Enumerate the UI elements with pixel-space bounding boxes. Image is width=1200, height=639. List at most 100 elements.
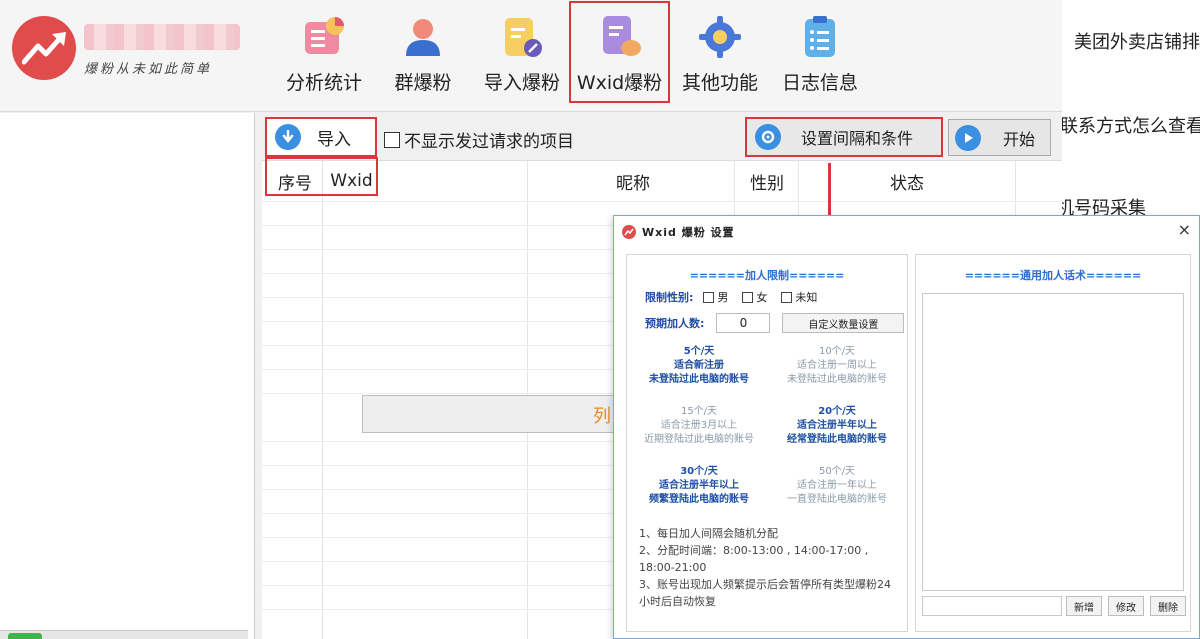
user-icon [406,19,440,56]
edit-script-button[interactable]: 修改 [1108,596,1144,616]
rules-notes: 1、每日加人间隔会随机分配 2、分配时间端：8:00-13:00 , 14:00… [639,525,901,610]
play-icon [955,124,981,151]
import-button[interactable]: 导入 [265,117,377,157]
note-line: 2、分配时间端：8:00-13:00 , 14:00-17:00 , 18:00… [639,544,869,574]
column-header-wxid[interactable]: Wxid [323,161,380,201]
toolbar-button-group[interactable]: 群爆粉 [388,8,458,100]
toolbar-button-log[interactable]: 日志信息 [776,8,864,100]
list-overlay-bar: 列 [362,395,614,433]
rate-option-line: 适合注册半年以上 [659,480,739,491]
add-limit-panel: ======加人限制====== 限制性别: 男 女 未知 预期加人数: 0 自… [626,254,908,632]
toolbar-button-import[interactable]: 导入爆粉 [478,8,566,100]
blurred-brand-name [84,24,240,50]
settings-gear-icon [755,124,781,150]
start-button-label: 开始 [1003,129,1036,149]
hide-sent-option[interactable]: 不显示发过请求的项目 [384,127,574,152]
rate-option-5[interactable]: 5个/天适合新注册未登陆过此电脑的账号 [629,345,769,387]
gender-limit-label: 限制性别: [645,291,694,304]
toolbar-label: 其他功能 [681,72,758,94]
wxid-chat-icon [602,16,641,56]
gender-option-label: 男 [717,291,729,304]
checkbox[interactable] [703,291,715,303]
toolbar-label: 日志信息 [781,72,858,94]
dialog-title: Wxid 爆粉 设置 [642,226,735,239]
add-limit-title: ======加人限制====== [689,269,845,282]
gender-option-female[interactable]: 女 [742,289,767,305]
column-header-nickname[interactable]: 昵称 [528,161,738,201]
column-header-gender[interactable]: 性别 [738,161,796,201]
dialog-title-bar: Wxid 爆粉 设置 [622,224,735,240]
rate-option-line: 15个/天 [680,406,718,417]
greeting-script-title: ======通用加人话术====== [964,269,1142,282]
gear-icon [699,16,741,58]
start-button[interactable]: 开始 [948,119,1051,156]
highlight-arrow-line [828,163,831,215]
greeting-script-input[interactable] [922,596,1062,616]
rate-option-15[interactable]: 15个/天适合注册3月以上近期登陆过此电脑的账号 [629,405,769,447]
rate-option-line: 频繁登陆此电脑的账号 [649,494,749,505]
clipboard-icon [805,16,835,57]
rate-option-line: 经常登陆此电脑的账号 [787,434,887,445]
checkbox[interactable] [742,291,754,303]
rate-option-line: 50个/天 [818,466,856,477]
import-button-label: 导入 [317,129,351,150]
delete-script-button[interactable]: 删除 [1150,596,1186,616]
import-file-icon [505,18,542,57]
download-icon [275,124,301,150]
close-icon[interactable]: × [1178,220,1191,239]
rate-option-50[interactable]: 50个/天适合注册一年以上 一直登陆此电脑的账号 [767,465,907,507]
background-text: 联系方式怎么查看 [1062,116,1200,137]
rate-option-line: 20个/天 [818,406,856,417]
interval-settings-label: 设置间隔和条件 [801,129,914,148]
expected-count-label: 预期加人数: [645,317,705,330]
left-pane-footer [0,630,248,639]
rate-option-20[interactable]: 20个/天 适合注册半年以上 经常登陆此电脑的账号 [767,405,907,447]
toolbar-button-other[interactable]: 其他功能 [676,8,764,100]
rate-option-line: 近期登陆过此电脑的账号 [644,434,754,445]
rate-option-line: 一直登陆此电脑的账号 [787,494,887,505]
chart-icon [305,17,344,54]
toolbar-label: Wxid爆粉 [576,72,663,94]
column-header-status[interactable]: 状态 [822,161,992,201]
rate-option-line: 适合注册3月以上 [660,420,738,431]
rate-option-line: 30个/天 [680,466,718,477]
background-text: 美团外卖店铺排 [1074,32,1200,53]
custom-count-button[interactable]: 自定义数量设置 [782,313,905,333]
add-script-button[interactable]: 新增 [1066,596,1102,616]
gender-option-unknown[interactable]: 未知 [781,289,817,305]
rate-option-line: 适合新注册 [674,360,724,371]
column-header-index[interactable]: 序号 [267,161,323,201]
rate-option-line: 未登陆过此电脑的账号 [649,374,749,385]
toolbar-label: 导入爆粉 [483,72,560,94]
note-line: 1、每日加人间隔会随机分配 [639,527,778,540]
gender-option-label: 女 [756,291,768,304]
rate-option-line: 适合注册一周以上 [797,360,877,371]
greeting-script-list[interactable] [922,293,1184,591]
rate-option-10[interactable]: 10个/天适合注册一周以上 未登陆过此电脑的账号 [767,345,907,387]
interval-settings-button[interactable]: 设置间隔和条件 [745,117,943,157]
hide-sent-label: 不显示发过请求的项目 [404,132,574,152]
rate-option-line: 10个/天 [818,346,856,357]
gender-option-label: 未知 [795,291,818,304]
toolbar-button-wxid[interactable]: Wxid爆粉 [569,1,670,103]
top-toolbar: 爆粉从未如此简单 分析统计 群爆粉 导入爆粉 Wxid爆粉 其他功能 日志信息 [0,0,1062,112]
wxid-settings-dialog[interactable]: Wxid 爆粉 设置 × ======加人限制====== 限制性别: 男 女 … [613,215,1200,639]
checkbox[interactable] [781,291,793,303]
toolbar-label: 群爆粉 [394,72,452,94]
rate-option-line: 适合注册一年以上 [797,480,877,491]
rate-option-line: 5个/天 [683,346,715,357]
expected-count-input[interactable]: 0 [716,313,771,333]
logo-slogan: 爆粉从未如此简单 [84,62,213,77]
logo-icon [12,16,76,80]
rate-option-30[interactable]: 30个/天适合注册半年以上 频繁登陆此电脑的账号 [629,465,769,507]
rate-option-line: 未登陆过此电脑的账号 [787,374,887,385]
account-list-pane[interactable] [0,113,255,639]
note-line: 3、账号出现加人频繁提示后会暂停所有类型爆粉24小时后自动恢复 [639,578,891,608]
list-overlay-text: 列 [593,406,611,427]
gender-option-male[interactable]: 男 [703,289,728,305]
toolbar-button-analysis[interactable]: 分析统计 [280,8,368,100]
hide-sent-checkbox[interactable] [384,131,400,148]
app-logo-icon [622,225,636,239]
toolbar-label: 分析统计 [285,72,362,94]
greeting-script-panel: ======通用加人话术====== 新增 修改 删除 [915,254,1191,632]
